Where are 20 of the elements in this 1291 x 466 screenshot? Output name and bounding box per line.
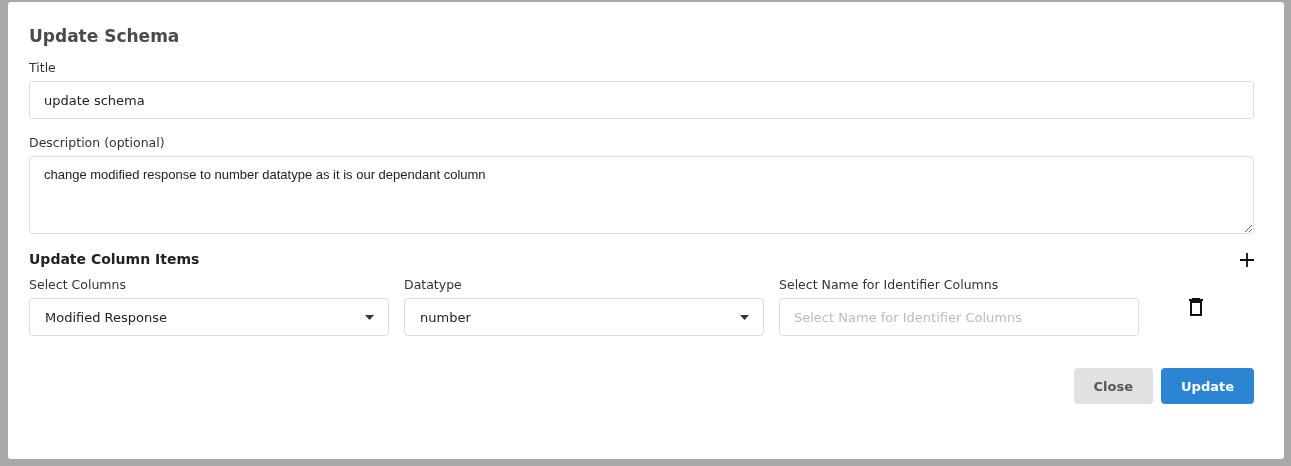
caret-icon bbox=[365, 314, 374, 320]
field-label: Select Columns bbox=[29, 277, 127, 292]
input-field[interactable]: Select Name for Identifier Columns bbox=[779, 298, 1139, 336]
field-label: Title bbox=[29, 60, 57, 75]
caret-icon bbox=[740, 314, 749, 320]
input-field[interactable]: update schema bbox=[29, 81, 1254, 119]
delete-button[interactable] bbox=[1189, 298, 1203, 316]
trash-icon bbox=[1189, 298, 1203, 316]
section-heading: Update Column Items bbox=[29, 251, 200, 267]
dialog-title: Update Schema bbox=[29, 26, 181, 46]
close-button[interactable]: Close bbox=[1073, 368, 1153, 404]
field-label: Datatype bbox=[404, 277, 463, 292]
field-label: Select Name for Identifier Columns bbox=[779, 277, 1000, 292]
add-button[interactable] bbox=[1240, 253, 1254, 267]
select-dropdown[interactable]: number bbox=[404, 298, 764, 336]
update-button[interactable]: Update bbox=[1161, 368, 1254, 404]
field-label: Description (optional) bbox=[29, 135, 166, 150]
text-area[interactable]: change modified response to number datatype as it is our dependant column bbox=[29, 156, 1254, 234]
select-dropdown[interactable]: Modified Response bbox=[29, 298, 389, 336]
plus-icon bbox=[1240, 253, 1254, 267]
